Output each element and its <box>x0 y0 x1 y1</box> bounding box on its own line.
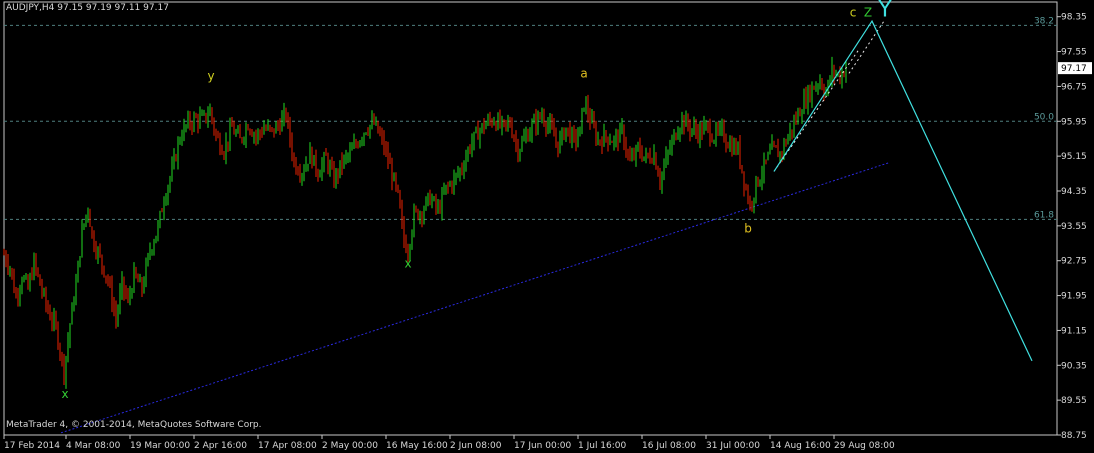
chart: 98.35 97.55 96.75 95.95 95.15 94.35 93.55 92.75… <box>0 0 1094 453</box>
fib-level-label: 61.8 <box>1034 210 1054 220</box>
wave-label: b <box>744 221 752 235</box>
x-tick-label: 29 Aug 08:00 <box>834 441 895 451</box>
wave-label: x <box>404 256 411 270</box>
x-tick-label: 19 Mar 00:00 <box>130 441 190 451</box>
x-tick-label: 1 Jul 16:00 <box>578 441 627 451</box>
wave-label: Y <box>877 0 892 23</box>
x-tick-label: 2 May 00:00 <box>322 441 378 451</box>
y-tick-label: 91.95 <box>1061 292 1087 302</box>
x-tick-label: 17 Jun 00:00 <box>514 441 571 451</box>
x-tick-label: 17 Feb 2014 <box>4 441 60 451</box>
support-trendline <box>60 162 890 434</box>
x-tick-label: 14 Aug 16:00 <box>770 441 831 451</box>
wave-label: Z <box>864 6 872 20</box>
y-tick-label: 92.75 <box>1061 257 1087 267</box>
wave-label: a <box>580 67 587 81</box>
y-tick-label: 89.55 <box>1061 396 1087 406</box>
x-tick-label: 4 Mar 08:00 <box>66 441 121 451</box>
wave-projection-line <box>773 19 1033 362</box>
y-tick-label: 88.75 <box>1061 431 1087 441</box>
x-tick-label: 16 May 16:00 <box>386 441 448 451</box>
y-tick-label: 95.15 <box>1061 152 1087 162</box>
y-tick-label: 93.55 <box>1061 222 1087 232</box>
wave-label: c <box>850 6 857 20</box>
y-tick-label: 97.55 <box>1061 48 1087 58</box>
wave-label: x <box>61 387 68 401</box>
wave-dashed-line <box>773 49 860 172</box>
price-chart-svg: 98.35 97.55 96.75 95.95 95.15 94.35 93.55 92.75… <box>3 0 1092 451</box>
y-tick-label: 95.95 <box>1061 117 1087 127</box>
x-tick-label: 17 Apr 08:00 <box>258 441 317 451</box>
wave-label: y <box>207 69 214 83</box>
x-tick-label: 2 Jun 08:00 <box>450 441 502 451</box>
x-tick-label: 16 Jul 08:00 <box>642 441 696 451</box>
current-price-label: 97.17 <box>1061 64 1087 74</box>
y-tick-label: 90.35 <box>1061 361 1087 371</box>
y-tick-label: 91.15 <box>1061 326 1087 336</box>
y-tick-label: 98.35 <box>1061 13 1087 23</box>
x-tick-label: 31 Jul 00:00 <box>706 441 760 451</box>
fib-level-label: 38.2 <box>1034 16 1054 26</box>
y-tick-label: 96.75 <box>1061 82 1087 92</box>
fib-level-label: 50.0 <box>1034 112 1054 122</box>
y-tick-label: 94.35 <box>1061 187 1087 197</box>
symbol-header: AUDJPY,H4 97.15 97.19 97.11 97.17 <box>6 3 169 13</box>
x-tick-label: 2 Apr 16:00 <box>194 441 247 451</box>
plot-frame <box>3 1 1058 436</box>
copyright-notice: MetaTrader 4, © 2001-2014, MetaQuotes So… <box>6 420 262 430</box>
